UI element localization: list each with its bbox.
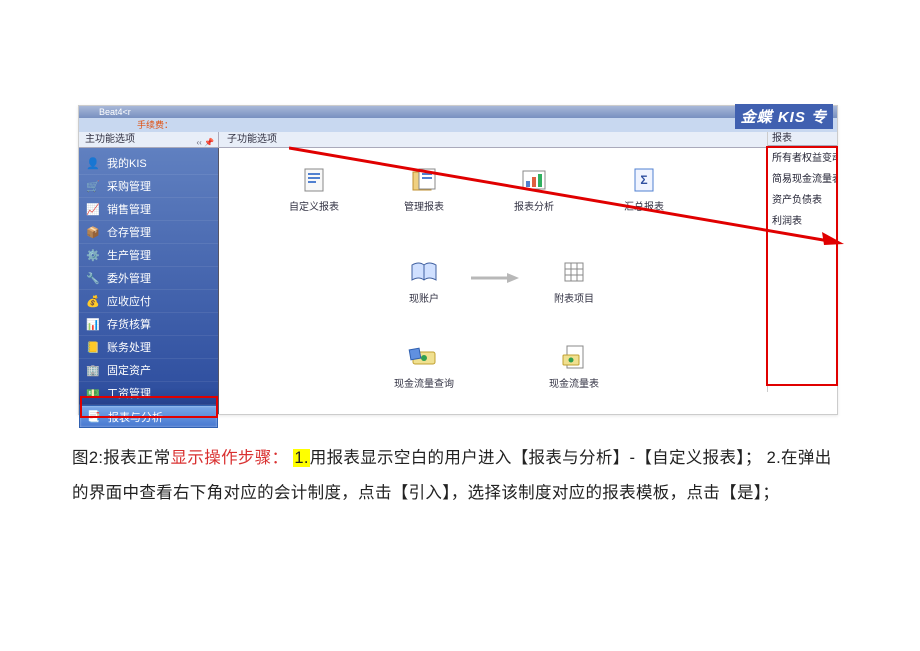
sidebar-icon: 📊 bbox=[85, 316, 101, 332]
sidebar-item-label: 存货核算 bbox=[107, 316, 151, 332]
menubar-hint: 手续费： bbox=[137, 120, 173, 130]
sidebar-icon: 💵 bbox=[85, 385, 101, 401]
sidebar-item-1[interactable]: 🛒 采购管理 bbox=[79, 175, 218, 198]
cash-icon bbox=[407, 343, 441, 371]
caption-prefix: 图2:报表正常 bbox=[72, 449, 171, 467]
folderdoc-icon bbox=[407, 166, 441, 194]
sidebar-icon: 💰 bbox=[85, 293, 101, 309]
sidebar-item-7[interactable]: 📊 存货核算 bbox=[79, 313, 218, 336]
report-link-3[interactable]: 利润表 bbox=[768, 209, 837, 230]
sidebar-icon: ⚙️ bbox=[85, 247, 101, 263]
sidebar-item-6[interactable]: 💰 应收应付 bbox=[79, 290, 218, 313]
doc-icon bbox=[297, 166, 331, 194]
titlebar-text: Beat4<r bbox=[99, 107, 131, 117]
sidebar-item-label: 采购管理 bbox=[107, 178, 151, 194]
grid-icon bbox=[557, 258, 591, 286]
sidebar-icon: 📦 bbox=[85, 224, 101, 240]
sidebar-item-3[interactable]: 📦 仓存管理 bbox=[79, 221, 218, 244]
sidebar-icon: 📒 bbox=[85, 339, 101, 355]
report-link-2[interactable]: 资产负债表 bbox=[768, 188, 837, 209]
content-area: 自定义报表 管理报表 报表分析 Σ 汇总报表现账户 附表项目现金流量查询 现金流量表 bbox=[219, 148, 837, 414]
svg-text:Σ: Σ bbox=[640, 173, 647, 187]
brand-logo: 金蝶 KIS 专 bbox=[735, 104, 833, 129]
sidebar-item-9[interactable]: 🏢 固定资产 bbox=[79, 359, 218, 382]
panel-header-left-text: 主功能选项 bbox=[85, 134, 135, 145]
sidebar-item-label: 生产管理 bbox=[107, 247, 151, 263]
cashsheet-icon bbox=[557, 343, 591, 371]
book-icon bbox=[407, 258, 441, 286]
tool-label: 现账户 bbox=[389, 290, 459, 305]
panel-headers: 主功能选项 ‹‹ 📌 子功能选项 bbox=[79, 132, 837, 148]
sidebar-item-label: 仓存管理 bbox=[107, 224, 151, 240]
sidebar-item-label: 工资管理 bbox=[107, 385, 151, 401]
tool-label: 现金流量查询 bbox=[389, 375, 459, 390]
panel-header-left: 主功能选项 ‹‹ 📌 bbox=[79, 132, 219, 148]
sidebar-icon: 🛒 bbox=[85, 178, 101, 194]
sidebar-item-11[interactable]: 📑 报表与分析 bbox=[79, 405, 218, 428]
sidebar: 👤 我的KIS 🛒 采购管理 📈 销售管理 📦 仓存管理 ⚙️ 生产管理 🔧 委外管理 💰 应收应付 📊 存货… bbox=[79, 148, 219, 414]
tool-label: 现金流量表 bbox=[539, 375, 609, 390]
sidebar-item-label: 我的KIS bbox=[107, 155, 147, 171]
sidebar-item-label: 委外管理 bbox=[107, 270, 151, 286]
right-panel: 报表 所有者权益变动表简易现金流量表资产负债表利润表 bbox=[767, 132, 837, 392]
tool-r1-2[interactable]: 报表分析 bbox=[499, 166, 569, 213]
tool-r3-1[interactable]: 现金流量表 bbox=[539, 343, 609, 390]
tool-r2-1[interactable]: 附表项目 bbox=[539, 258, 609, 305]
chart-icon bbox=[517, 166, 551, 194]
tool-r3-0[interactable]: 现金流量查询 bbox=[389, 343, 459, 390]
tool-label: 汇总报表 bbox=[609, 198, 679, 213]
sidebar-item-4[interactable]: ⚙️ 生产管理 bbox=[79, 244, 218, 267]
caption-red: 显示操作步骤： bbox=[171, 449, 289, 467]
caption: 图2:报表正常显示操作步骤： 1.用报表显示空白的用户进入【报表与分析】-【自定… bbox=[72, 441, 848, 512]
sidebar-icon: 🔧 bbox=[85, 270, 101, 286]
titlebar: Beat4<r bbox=[79, 106, 837, 118]
tool-label: 管理报表 bbox=[389, 198, 459, 213]
sidebar-item-2[interactable]: 📈 销售管理 bbox=[79, 198, 218, 221]
sidebar-item-label: 应收应付 bbox=[107, 293, 151, 309]
right-panel-header: 报表 bbox=[768, 132, 837, 146]
sidebar-item-5[interactable]: 🔧 委外管理 bbox=[79, 267, 218, 290]
tool-r1-1[interactable]: 管理报表 bbox=[389, 166, 459, 213]
sidebar-item-label: 固定资产 bbox=[107, 362, 151, 378]
menubar: 手续费： bbox=[79, 118, 837, 132]
tool-r1-3[interactable]: Σ 汇总报表 bbox=[609, 166, 679, 213]
tool-label: 附表项目 bbox=[539, 290, 609, 305]
panel-header-mid: 子功能选项 bbox=[219, 132, 837, 148]
sidebar-item-label: 销售管理 bbox=[107, 201, 151, 217]
sidebar-icon: 👤 bbox=[85, 155, 101, 171]
tool-label: 自定义报表 bbox=[279, 198, 349, 213]
sidebar-icon: 📑 bbox=[86, 409, 102, 425]
sidebar-icon: 📈 bbox=[85, 201, 101, 217]
report-link-0[interactable]: 所有者权益变动表 bbox=[768, 146, 837, 167]
sidebar-item-label: 账务处理 bbox=[107, 339, 151, 355]
tool-r2-0[interactable]: 现账户 bbox=[389, 258, 459, 305]
app-screenshot: 金蝶 KIS 专 Beat4<r 手续费： 主功能选项 ‹‹ 📌 子功能选项 👤… bbox=[78, 105, 838, 415]
caption-highlight: 1. bbox=[293, 449, 309, 467]
sidebar-item-label: 报表与分析 bbox=[108, 409, 163, 425]
sidebar-item-0[interactable]: 👤 我的KIS bbox=[79, 152, 218, 175]
sidebar-item-8[interactable]: 📒 账务处理 bbox=[79, 336, 218, 359]
report-link-1[interactable]: 简易现金流量表 bbox=[768, 167, 837, 188]
panel-header-mid-text: 子功能选项 bbox=[227, 134, 277, 145]
sum-icon: Σ bbox=[627, 166, 661, 194]
sidebar-icon: 🏢 bbox=[85, 362, 101, 378]
sidebar-item-10[interactable]: 💵 工资管理 bbox=[79, 382, 218, 405]
tool-r1-0[interactable]: 自定义报表 bbox=[279, 166, 349, 213]
flow-arrow-icon bbox=[469, 270, 519, 280]
tool-label: 报表分析 bbox=[499, 198, 569, 213]
